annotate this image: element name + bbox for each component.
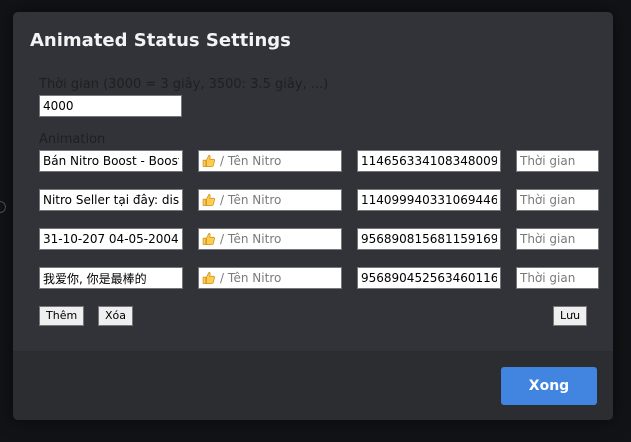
animation-row-3-emoji-input[interactable] [220,232,330,246]
animated-status-dialog: Animated Status Settings Thời gian (3000… [13,12,613,420]
animation-row-4-emoji-input[interactable] [220,271,330,285]
thumbs-up-icon [202,233,215,246]
remove-row-button[interactable]: Xóa [98,306,134,326]
thumbs-up-icon [202,194,215,207]
animation-row-3-text-input[interactable] [39,228,183,250]
animation-row-1-id-input[interactable] [357,150,501,172]
animation-row-2-emoji-input[interactable] [220,193,330,207]
animation-row-2-text-input[interactable] [39,189,183,211]
animation-row-1-time-input[interactable] [516,150,599,172]
animation-row-1-emoji-field[interactable] [198,150,342,172]
animation-row-2-time-input[interactable] [516,189,599,211]
save-button[interactable]: Lưu [553,306,588,326]
animation-row-4-time-input[interactable] [516,267,599,289]
animation-row-2-id-input[interactable] [357,189,501,211]
animation-row-3-time-input[interactable] [516,228,599,250]
animation-label: Animation [39,132,106,147]
animation-row-4-emoji-field[interactable] [198,267,342,289]
thumbs-up-icon [202,272,215,285]
animation-row-4-text-input[interactable] [39,267,183,289]
time-label: Thời gian (3000 = 3 giây, 3500: 3.5 giây… [39,77,329,92]
time-input[interactable] [39,95,182,117]
thumbs-up-icon [202,155,215,168]
add-row-button[interactable]: Thêm [39,306,85,326]
animation-row-4-id-input[interactable] [357,267,501,289]
dialog-title: Animated Status Settings [30,30,291,51]
animation-row-2-emoji-field[interactable] [198,189,342,211]
animation-row-3-id-input[interactable] [357,228,501,250]
animation-row-1-text-input[interactable] [39,150,183,172]
animation-row-3-emoji-field[interactable] [198,228,342,250]
animation-row-1-emoji-input[interactable] [220,154,330,168]
dialog-footer: Xong [13,351,613,420]
done-button[interactable]: Xong [501,367,597,405]
